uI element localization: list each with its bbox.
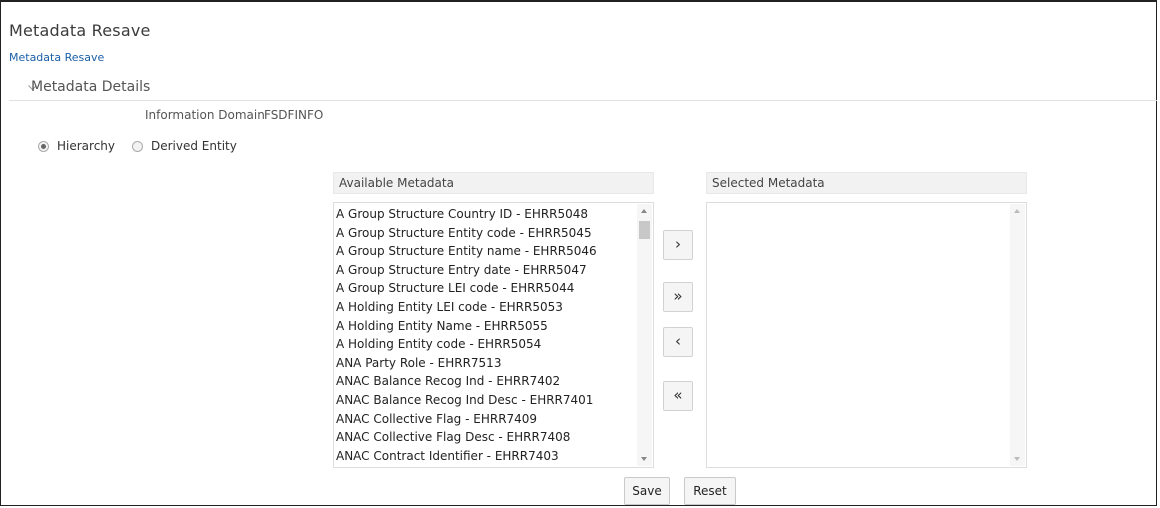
available-items: A Group Structure Country ID - EHRR5048 A… [335,205,597,467]
list-item[interactable]: A Group Structure Entity code - EHRR5045 [335,224,597,243]
list-item[interactable]: A Holding Entity LEI code - EHRR5053 [335,298,597,317]
breadcrumb[interactable]: Metadata Resave [9,51,104,64]
reset-button[interactable]: Reset [684,477,736,505]
scroll-up-icon[interactable] [641,209,647,213]
save-button[interactable]: Save [624,477,670,505]
move-right-button[interactable]: › [663,230,693,260]
list-item[interactable]: A Group Structure Entity name - EHRR5046 [335,242,597,261]
list-item[interactable]: A Holding Entity Name - EHRR5055 [335,317,597,336]
list-item[interactable]: ANAC Collective Flag Desc - EHRR7408 [335,428,597,447]
information-domain-value: FSDFINFO [264,108,324,122]
list-item[interactable]: A Holding Entity code - EHRR5054 [335,335,597,354]
move-all-left-button[interactable]: « [663,381,693,411]
move-left-button[interactable]: ‹ [663,327,693,357]
move-all-right-button[interactable]: » [663,282,693,312]
selected-metadata-header: Selected Metadata [706,172,1027,194]
information-domain-label: Information Domain [145,108,265,122]
available-metadata-header: Available Metadata [333,172,654,194]
radio-checked-icon [38,140,49,152]
list-item[interactable]: A Group Structure LEI code - EHRR5044 [335,279,597,298]
list-item[interactable]: A Group Structure Country ID - EHRR5048 [335,205,597,224]
section-header-metadata-details[interactable]: Metadata Details [9,74,1157,101]
scroll-down-icon[interactable] [641,457,647,461]
list-item[interactable]: ANAC Contract Identifier - EHRR7403 [335,447,597,466]
available-list-scrollbar[interactable] [637,204,652,466]
available-metadata-list[interactable]: A Group Structure Country ID - EHRR5048 A… [333,202,654,468]
radio-hierarchy-label: Hierarchy [57,139,116,153]
radio-hierarchy[interactable]: Hierarchy [38,139,115,153]
scroll-down-icon[interactable] [1014,457,1020,461]
page-title: Metadata Resave [9,21,151,40]
radio-unchecked-icon [132,140,143,152]
section-title: Metadata Details [31,79,151,95]
radio-derived-entity-label: Derived Entity [151,139,237,153]
selected-metadata-list[interactable] [706,202,1027,468]
radio-derived-entity[interactable]: Derived Entity [132,139,237,153]
list-item[interactable]: ANA Party Role - EHRR7513 [335,354,597,373]
selected-list-scrollbar[interactable] [1010,204,1025,466]
list-item[interactable]: ANAC Collective Flag - EHRR7409 [335,410,597,429]
scroll-up-icon[interactable] [1014,209,1020,213]
list-item[interactable]: ANAC Balance Recog Ind - EHRR7402 [335,372,597,391]
scroll-thumb[interactable] [639,221,650,239]
list-item[interactable]: A Group Structure Entry date - EHRR5047 [335,261,597,280]
list-item[interactable]: ANAC Balance Recog Ind Desc - EHRR7401 [335,391,597,410]
list-item[interactable]: ANAC Discretion Repay Flag - EHRR7423 [335,465,597,467]
